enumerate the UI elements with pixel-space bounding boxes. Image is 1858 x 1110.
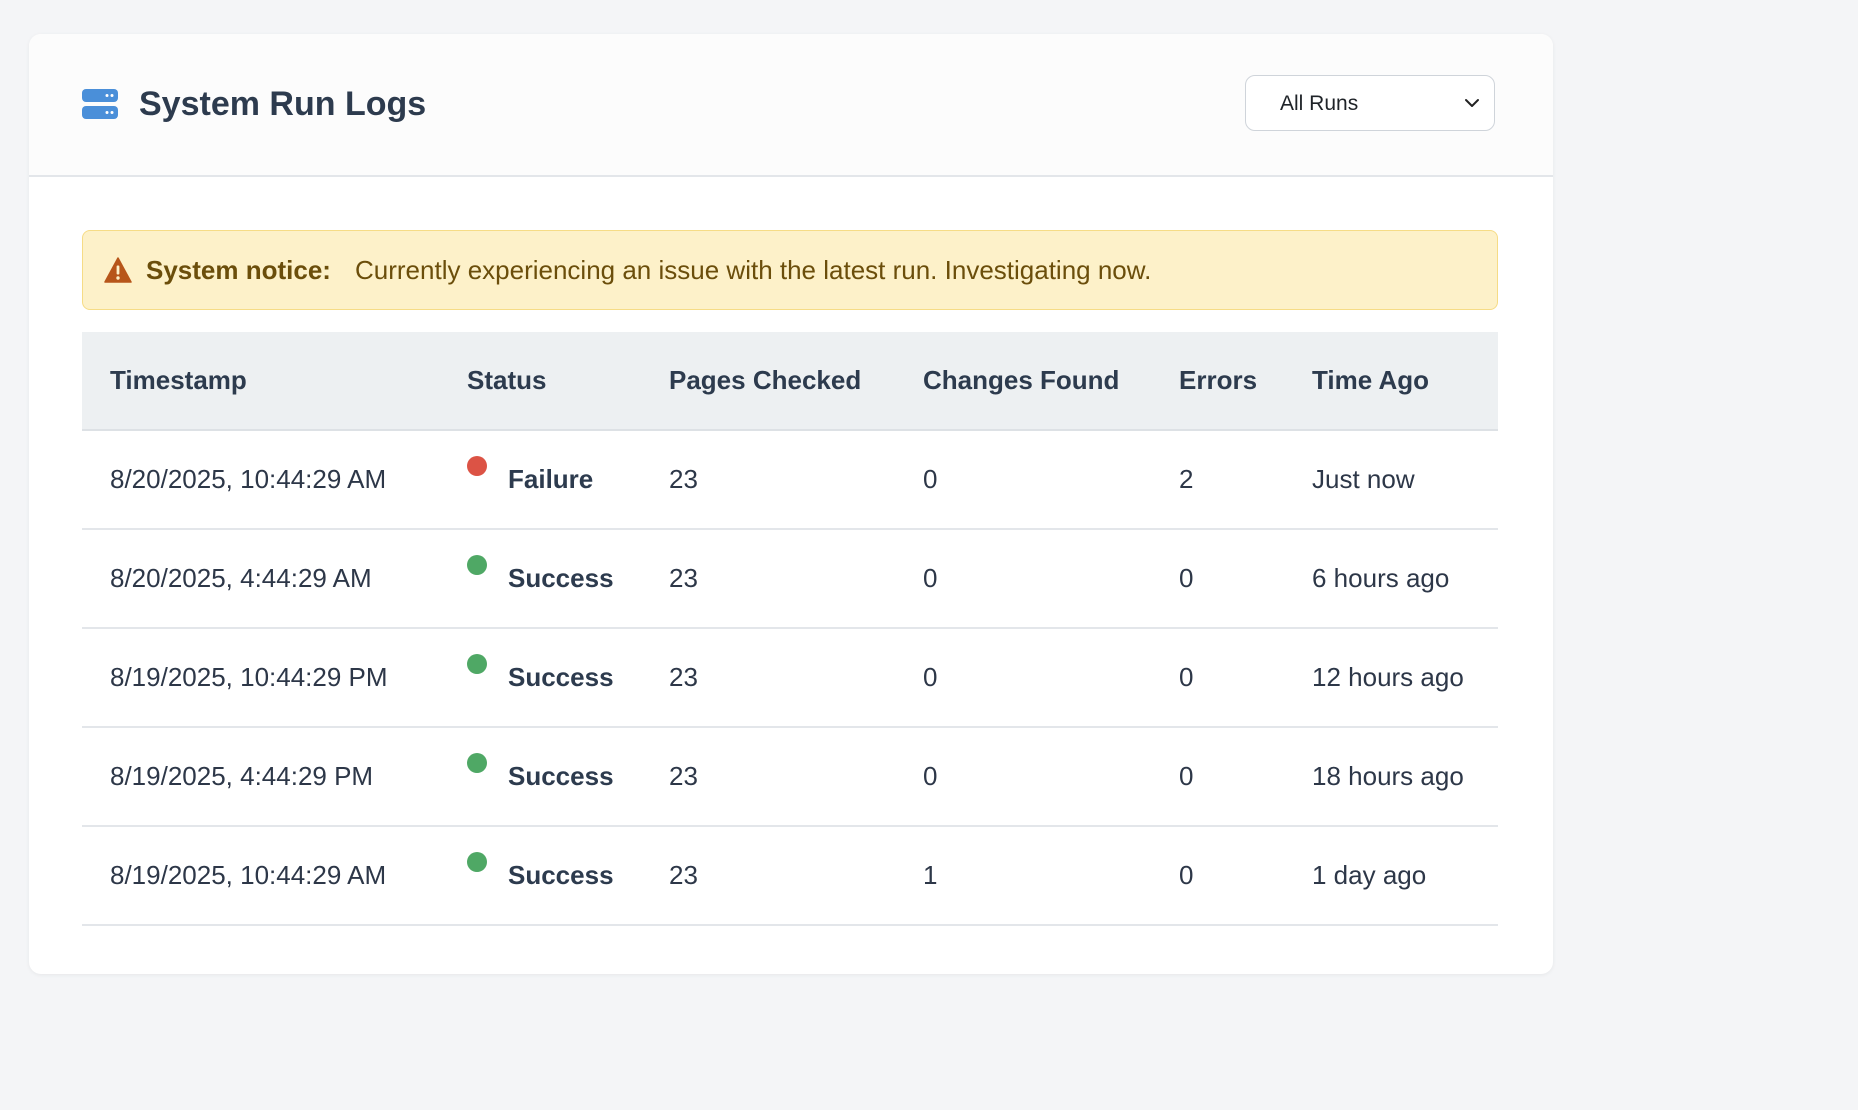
status-label: Success <box>508 860 614 890</box>
status-cell: Success <box>467 529 669 629</box>
column-header-pages-checked: Pages Checked <box>669 332 923 431</box>
time-ago-cell: 12 hours ago <box>1312 628 1498 728</box>
warning-icon <box>104 257 132 283</box>
page-title: System Run Logs <box>139 85 427 123</box>
chevron-down-icon <box>1465 99 1479 107</box>
errors-cell: 0 <box>1179 628 1312 728</box>
column-header-time-ago: Time Ago <box>1312 332 1498 431</box>
time-ago-cell: 18 hours ago <box>1312 727 1498 827</box>
notice-text: Currently experiencing an issue with the… <box>355 255 1152 285</box>
run-filter-select[interactable]: All Runs <box>1245 75 1495 131</box>
status-label: Success <box>508 563 614 593</box>
pages-checked-cell: 23 <box>669 529 923 629</box>
table-row: 8/19/2025, 10:44:29 PM Success 23 0 0 12… <box>82 628 1498 728</box>
run-logs-card: System Run Logs All Runs System notice: … <box>29 34 1553 974</box>
card-header: System Run Logs All Runs <box>29 34 1553 177</box>
status-cell: Failure <box>467 430 669 530</box>
changes-found-cell: 0 <box>923 628 1179 728</box>
server-icon <box>82 89 118 119</box>
status-label: Failure <box>508 464 594 494</box>
table-row: 8/19/2025, 10:44:29 AM Success 23 1 0 1 … <box>82 826 1498 926</box>
timestamp-cell: 8/20/2025, 4:44:29 AM <box>82 529 467 629</box>
status-success-dot <box>467 852 487 872</box>
run-filter-value: All Runs <box>1280 92 1359 115</box>
column-header-timestamp: Timestamp <box>82 332 467 431</box>
pages-checked-cell: 23 <box>669 727 923 827</box>
changes-found-cell: 1 <box>923 826 1179 926</box>
errors-cell: 0 <box>1179 826 1312 926</box>
status-failure-dot <box>467 456 487 476</box>
pages-checked-cell: 23 <box>669 628 923 728</box>
status-success-dot <box>467 753 487 773</box>
timestamp-cell: 8/20/2025, 10:44:29 AM <box>82 430 467 530</box>
run-logs-table: Timestamp Status Pages Checked Changes F… <box>82 332 1498 926</box>
column-header-errors: Errors <box>1179 332 1312 431</box>
status-label: Success <box>508 761 614 791</box>
timestamp-cell: 8/19/2025, 10:44:29 PM <box>82 628 467 728</box>
changes-found-cell: 0 <box>923 727 1179 827</box>
errors-cell: 0 <box>1179 529 1312 629</box>
changes-found-cell: 0 <box>923 430 1179 530</box>
errors-cell: 0 <box>1179 727 1312 827</box>
time-ago-cell: Just now <box>1312 430 1498 530</box>
errors-cell: 2 <box>1179 430 1312 530</box>
status-cell: Success <box>467 628 669 728</box>
timestamp-cell: 8/19/2025, 10:44:29 AM <box>82 826 467 926</box>
table-row: 8/20/2025, 4:44:29 AM Success 23 0 0 6 h… <box>82 529 1498 629</box>
column-header-status: Status <box>467 332 669 431</box>
pages-checked-cell: 23 <box>669 826 923 926</box>
timestamp-cell: 8/19/2025, 4:44:29 PM <box>82 727 467 827</box>
table-row: 8/20/2025, 10:44:29 AM Failure 23 0 2 Ju… <box>82 430 1498 530</box>
notice-label: System notice: <box>146 255 331 285</box>
status-success-dot <box>467 555 487 575</box>
changes-found-cell: 0 <box>923 529 1179 629</box>
time-ago-cell: 1 day ago <box>1312 826 1498 926</box>
table-header-row: Timestamp Status Pages Checked Changes F… <box>82 332 1498 431</box>
table-row: 8/19/2025, 4:44:29 PM Success 23 0 0 18 … <box>82 727 1498 827</box>
column-header-changes-found: Changes Found <box>923 332 1179 431</box>
pages-checked-cell: 23 <box>669 430 923 530</box>
status-success-dot <box>467 654 487 674</box>
status-cell: Success <box>467 727 669 827</box>
status-cell: Success <box>467 826 669 926</box>
time-ago-cell: 6 hours ago <box>1312 529 1498 629</box>
status-label: Success <box>508 662 614 692</box>
system-notice: System notice: Currently experiencing an… <box>82 230 1498 310</box>
